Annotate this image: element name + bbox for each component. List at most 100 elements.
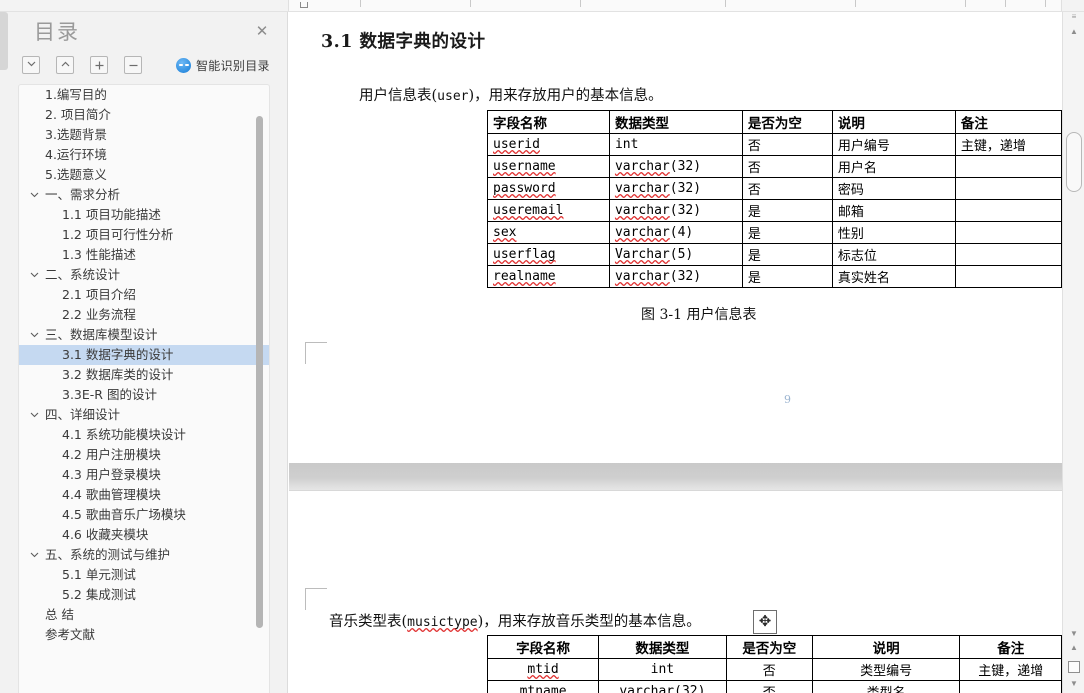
table-row[interactable]: useremail varchar(32) 是邮箱 [487,199,1062,222]
outline-item[interactable]: 2.1 项目介绍 [19,285,269,305]
document-page-2[interactable]: 音乐类型表(musictype)，用来存放音乐类型的基本信息。 字段名称 数据类型… [289,492,1062,693]
table-cell[interactable]: 主键，递增 [954,133,1062,156]
table-cell[interactable]: varchar(32) [608,177,743,200]
outline-item[interactable]: 1.3 性能描述 [19,245,269,265]
outline-item[interactable]: 一、需求分析 [19,185,269,205]
outline-scrollbar[interactable] [256,102,263,693]
chevron-down-icon[interactable] [30,265,40,285]
table-cell[interactable]: varchar(32) [608,199,743,222]
outline-item[interactable]: 5.1 单元测试 [19,565,269,585]
table-cell[interactable]: password [487,177,610,200]
user-dictionary-table[interactable]: 字段名称 数据类型 是否为空 说明 备注 userid int 否用户编号 主键，递增 user… [487,110,1062,288]
expand-all-button[interactable] [56,56,74,74]
ai-recognize-outline-button[interactable]: 智能识别目录 [176,54,270,76]
table-row[interactable]: username varchar(32) 否用户名 [487,155,1062,178]
table-cell[interactable]: 真实姓名 [831,265,956,288]
previous-page-button[interactable]: ▲ [1066,640,1082,655]
table-cell[interactable]: 是 [741,221,833,244]
table-cell[interactable]: int [598,658,727,681]
table-body[interactable]: mtidint否类型编号主键，递增mtnamevarchar(32)否类型名 [486,658,1062,693]
outline-item[interactable]: 二、系统设计 [19,265,269,285]
next-page-button[interactable]: ▼ [1066,676,1082,691]
table-cell[interactable]: 用户编号 [831,133,956,156]
table-cell[interactable]: 类型编号 [811,658,961,681]
outline-item[interactable]: 3.3E-R 图的设计 [19,385,269,405]
table-cell[interactable]: 类型名 [811,680,961,693]
table-cell[interactable]: username [487,155,610,178]
table-cell[interactable]: mtname [486,680,600,693]
table-body[interactable]: userid int 否用户编号 主键，递增 username varchar(32) 否用… [487,133,1062,288]
musictype-dictionary-table[interactable]: 字段名称 数据类型 是否为空 说明 备注 mtid int 否类型编号 主键，递增 mtname… [486,635,1062,693]
table-row[interactable]: password varchar(32) 否密码 [487,177,1062,200]
table-cell[interactable] [954,243,1062,266]
document-ruler[interactable] [288,0,1062,11]
left-indent-marker-icon[interactable] [300,2,308,8]
table-cell[interactable]: 主键，递增 [959,658,1062,681]
document-page-1[interactable]: 3.1 数据字典的设计 用户信息表(user)，用来存放用户的基本信息。 字段名… [289,12,1062,462]
table-cell[interactable] [954,177,1062,200]
select-browse-object-button[interactable] [1068,661,1080,673]
outline-item[interactable]: 四、详细设计 [19,405,269,425]
outline-item-selected[interactable]: 3.1 数据字典的设计 [19,345,269,365]
table-cell[interactable] [959,680,1062,693]
table-cell[interactable]: sex [487,221,610,244]
outline-item[interactable]: 1.1 项目功能描述 [19,205,269,225]
chevron-down-icon[interactable] [30,405,40,425]
table-cell[interactable]: 否 [741,133,833,156]
outline-item[interactable]: 3.选题背景 [19,125,269,145]
outline-item[interactable]: 参考文献 [19,625,269,645]
outline-item[interactable]: 2.2 业务流程 [19,305,269,325]
outline-list[interactable]: 1.编写目的 2. 项目简介 3.选题背景 4.运行环境 5.选题意义 一、需求分析 1.1… [18,84,270,693]
table-row[interactable]: mtid int 否类型编号 主键，递增 [486,658,1062,681]
outline-scrollbar-thumb[interactable] [256,116,263,628]
document-scrollbar-thumb[interactable] [1066,132,1082,192]
table-cell[interactable]: 用户名 [831,155,956,178]
ruler-bar[interactable] [0,0,1084,12]
outline-item[interactable]: 4.4 歌曲管理模块 [19,485,269,505]
table-cell[interactable]: 否 [741,177,833,200]
table-cell[interactable]: 否 [741,155,833,178]
chevron-down-icon[interactable] [30,325,40,345]
table-cell[interactable] [954,221,1062,244]
table-cell[interactable]: 否 [725,680,813,693]
table-cell[interactable] [954,155,1062,178]
table-cell[interactable]: realname [487,265,610,288]
outline-item[interactable]: 4.6 收藏夹模块 [19,525,269,545]
table-cell[interactable]: 是 [741,199,833,222]
document-scrollbar[interactable]: ≡ ▲ ▼ ▲ ▼ [1062,12,1084,693]
outline-item[interactable]: 4.2 用户注册模块 [19,445,269,465]
table-cell[interactable]: useremail [487,199,610,222]
table-cell[interactable]: 否 [725,658,813,681]
collapse-all-button[interactable] [22,56,40,74]
close-icon[interactable]: ✕ [254,24,270,40]
table-row[interactable]: userflag Varchar(5) 是标志位 [487,243,1062,266]
table-cell[interactable]: 性别 [831,221,956,244]
table-cell[interactable]: varchar(32) [598,680,727,693]
table-cell[interactable]: 邮箱 [831,199,956,222]
outline-item[interactable]: 4.3 用户登录模块 [19,465,269,485]
table-cell[interactable]: varchar(4) [608,221,743,244]
document-canvas[interactable]: 3.1 数据字典的设计 用户信息表(user)，用来存放用户的基本信息。 字段名… [289,12,1062,693]
outline-item[interactable]: 三、数据库模型设计 [19,325,269,345]
outline-item[interactable]: 5.2 集成测试 [19,585,269,605]
decrease-level-button[interactable] [124,56,142,74]
outline-item[interactable]: 4.5 歌曲音乐广场模块 [19,505,269,525]
table-cell[interactable]: varchar(32) [608,155,743,178]
outline-item[interactable]: 总 结 [19,605,269,625]
table-cell[interactable]: userid [487,133,610,156]
outline-item[interactable]: 4.1 系统功能模块设计 [19,425,269,445]
table-cell[interactable]: Varchar(5) [608,243,743,266]
outline-item[interactable]: 2. 项目简介 [19,105,269,125]
table-cell[interactable]: varchar(32) [608,265,743,288]
table-cell[interactable] [954,265,1062,288]
outline-item[interactable]: 4.运行环境 [19,145,269,165]
increase-level-button[interactable] [90,56,108,74]
scroll-up-button[interactable]: ▲ [1066,24,1082,39]
table-cell[interactable]: 是 [741,243,833,266]
table-cell[interactable]: 是 [741,265,833,288]
table-cell[interactable]: 密码 [831,177,956,200]
chevron-down-icon[interactable] [30,185,40,205]
table-row[interactable]: mtnamevarchar(32)否类型名 [486,680,1062,693]
outline-item[interactable]: 3.2 数据库类的设计 [19,365,269,385]
scroll-down-button[interactable]: ▼ [1066,626,1082,641]
